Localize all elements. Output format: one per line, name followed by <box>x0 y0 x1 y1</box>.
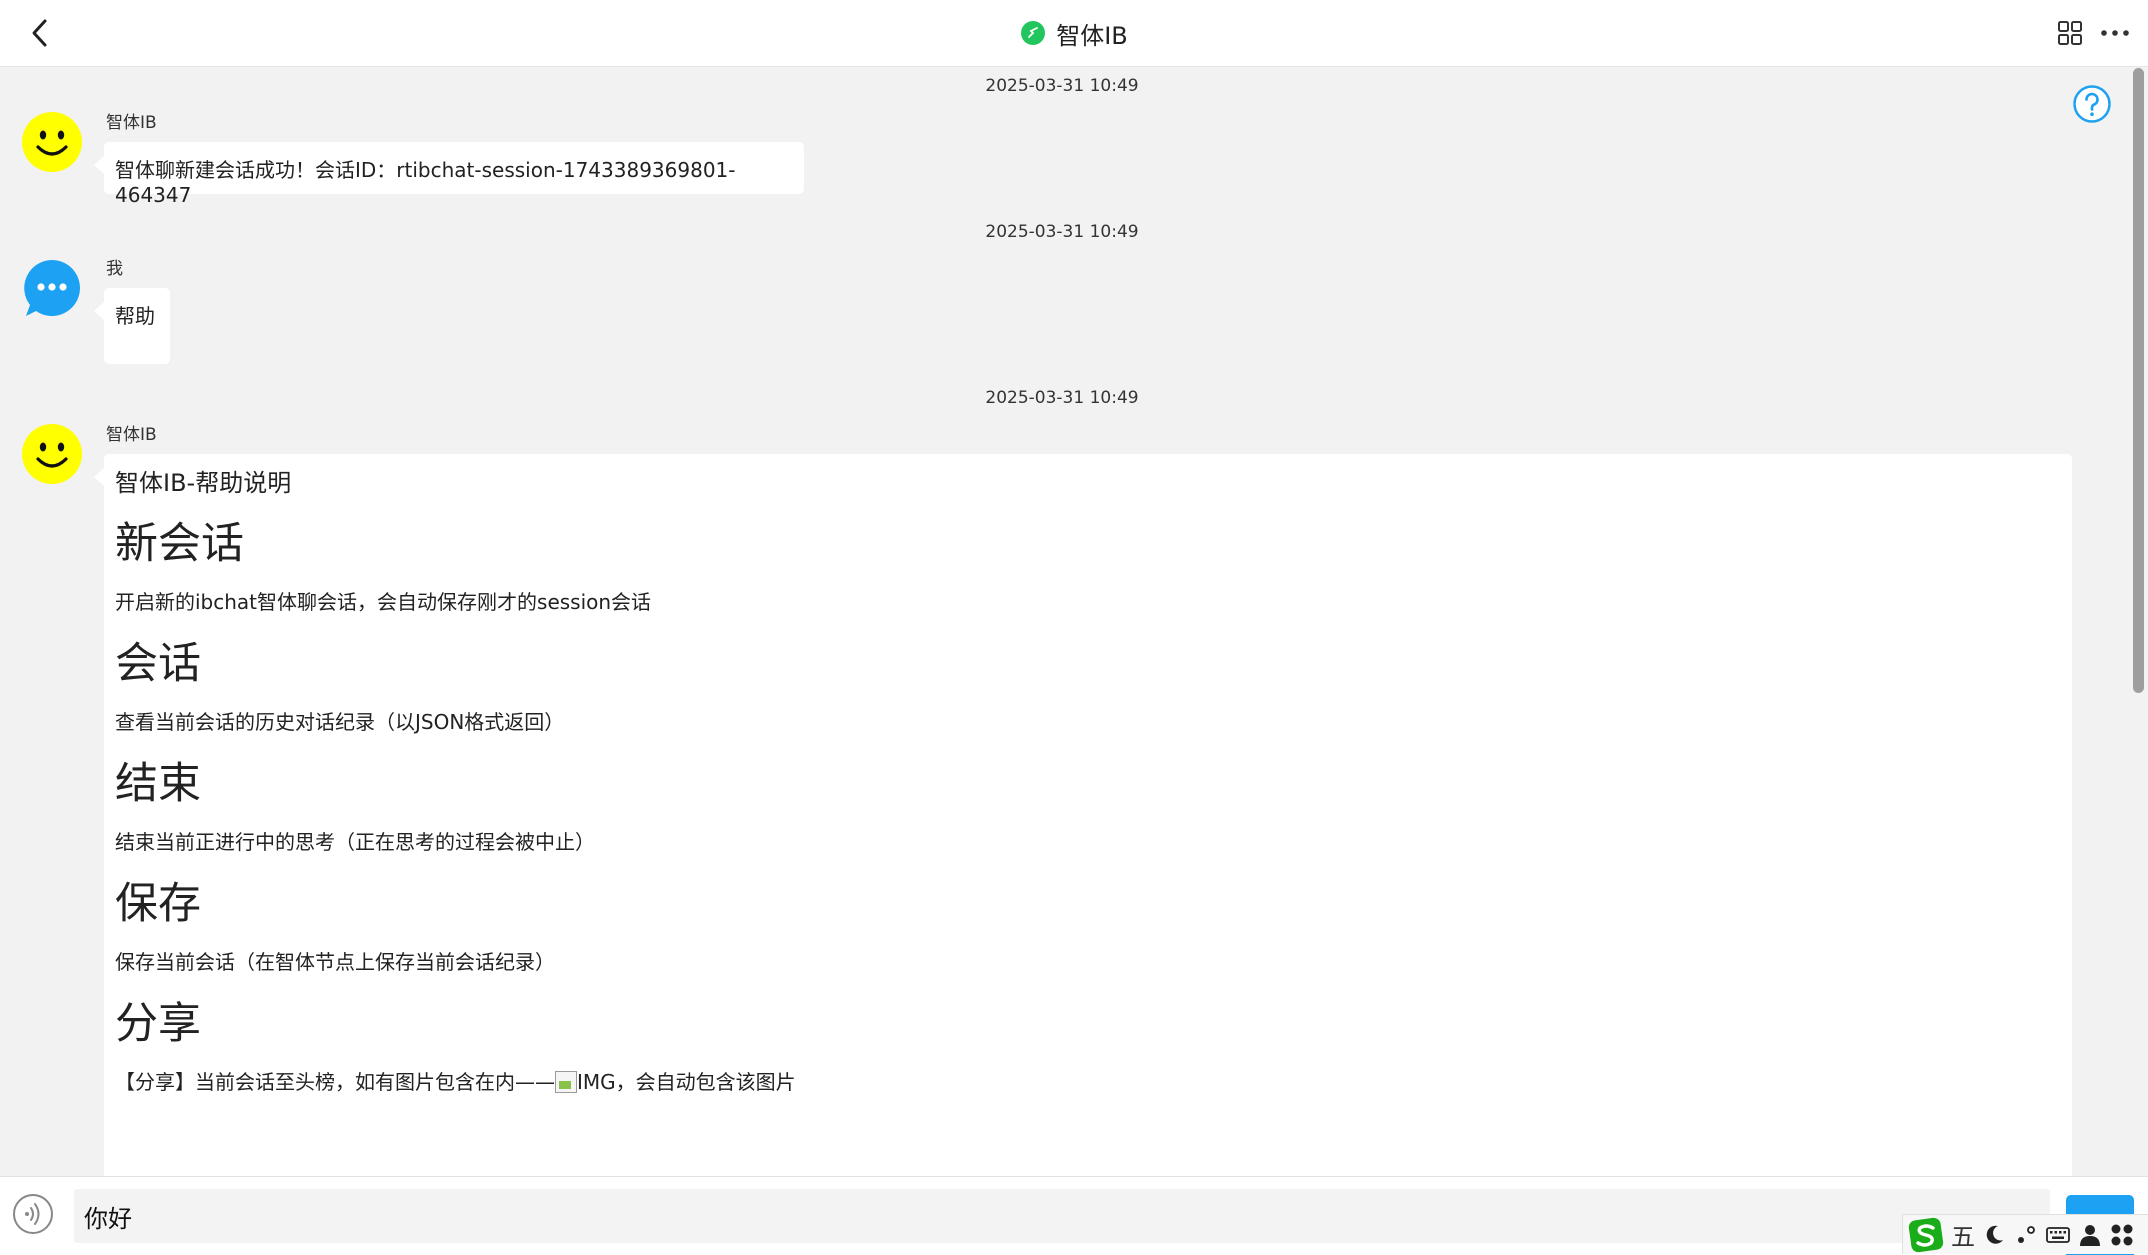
help-description: 结束当前正进行中的思考（正在思考的过程会被中止） <box>115 830 595 854</box>
chat-bubble-icon <box>24 260 80 316</box>
keyboard-icon[interactable] <box>2045 1222 2071 1248</box>
scroll-thumb[interactable] <box>2133 68 2144 693</box>
chat-scrollbar[interactable] <box>2128 66 2148 1176</box>
voice-icon <box>13 1194 53 1234</box>
grid-button[interactable] <box>2054 17 2086 49</box>
ime-mode-label[interactable]: 五 <box>1951 1217 1975 1252</box>
sender-name: 我 <box>106 259 123 279</box>
help-icon <box>2073 85 2111 123</box>
more-options-button[interactable] <box>2096 17 2134 49</box>
sender-name: 智体IB <box>106 425 157 445</box>
help-description: 查看当前会话的历史对话纪录（以JSON格式返回） <box>115 710 565 734</box>
smiley-icon <box>22 424 82 484</box>
chat-area[interactable]: 2025-03-31 10:49 智体IB 智体聊新建会话成功！会话ID：rti… <box>0 66 2124 1176</box>
message-text: 智体聊新建会话成功！会话ID：rtibchat-session-17433893… <box>115 158 736 207</box>
image-alt-text: IMG <box>577 1070 616 1094</box>
moon-icon[interactable] <box>1981 1222 2007 1248</box>
help-description: 【分享】当前会话至头榜，如有图片包含在内—— IMG，会自动包含该图片 <box>115 1068 2061 1096</box>
help-heading: 结束 <box>115 759 201 809</box>
bot-avatar[interactable] <box>22 424 82 484</box>
help-subtitle: 智体IB-帮助说明 <box>115 469 292 497</box>
help-heading: 分享 <box>115 999 201 1049</box>
message-bubble[interactable]: 智体聊新建会话成功！会话ID：rtibchat-session-17433893… <box>94 142 804 207</box>
punctuation-icon[interactable] <box>2013 1222 2039 1248</box>
message-timestamp: 2025-03-31 10:49 <box>985 76 1139 96</box>
help-description: 保存当前会话（在智体节点上保存当前会话纪录） <box>115 950 555 974</box>
share-text-after: ，会自动包含该图片 <box>615 1070 796 1094</box>
top-bar: 智体IB <box>0 0 2148 67</box>
grid-icon <box>2058 21 2082 45</box>
input-bar: 发送 <box>0 1176 2148 1255</box>
page-title: 智体IB <box>1056 21 1128 50</box>
more-icon <box>2101 30 2129 36</box>
user-icon[interactable] <box>2077 1222 2103 1248</box>
apps-icon[interactable] <box>2109 1222 2135 1248</box>
bot-avatar[interactable] <box>22 112 82 172</box>
title-area: 智体IB <box>0 0 2148 66</box>
sogou-logo-icon[interactable] <box>1907 1216 1945 1254</box>
sender-name: 智体IB <box>106 113 157 133</box>
help-card[interactable]: 智体IB-帮助说明 新会话 开启新的ibchat智体聊会话，会自动保存刚才的se… <box>94 454 2072 1176</box>
help-button[interactable] <box>2072 84 2112 124</box>
status-dot-icon <box>1021 21 1046 45</box>
help-heading: 新会话 <box>115 519 244 569</box>
message-input[interactable] <box>74 1189 2050 1243</box>
broken-image-icon <box>555 1071 577 1093</box>
help-heading: 会话 <box>115 639 201 689</box>
help-description: 开启新的ibchat智体聊会话，会自动保存刚才的session会话 <box>115 590 652 614</box>
message-timestamp: 2025-03-31 10:49 <box>985 388 1139 408</box>
share-text-before: 【分享】当前会话至头榜，如有图片包含在内—— <box>115 1070 555 1094</box>
message-text: 帮助 <box>115 304 155 328</box>
ime-toolbar[interactable]: 五 <box>1902 1214 2148 1254</box>
user-avatar[interactable] <box>22 258 82 318</box>
voice-button[interactable] <box>12 1193 54 1235</box>
message-timestamp: 2025-03-31 10:49 <box>985 222 1139 242</box>
smiley-icon <box>22 112 82 172</box>
help-heading: 保存 <box>115 879 201 929</box>
message-bubble[interactable]: 帮助 <box>94 288 170 364</box>
